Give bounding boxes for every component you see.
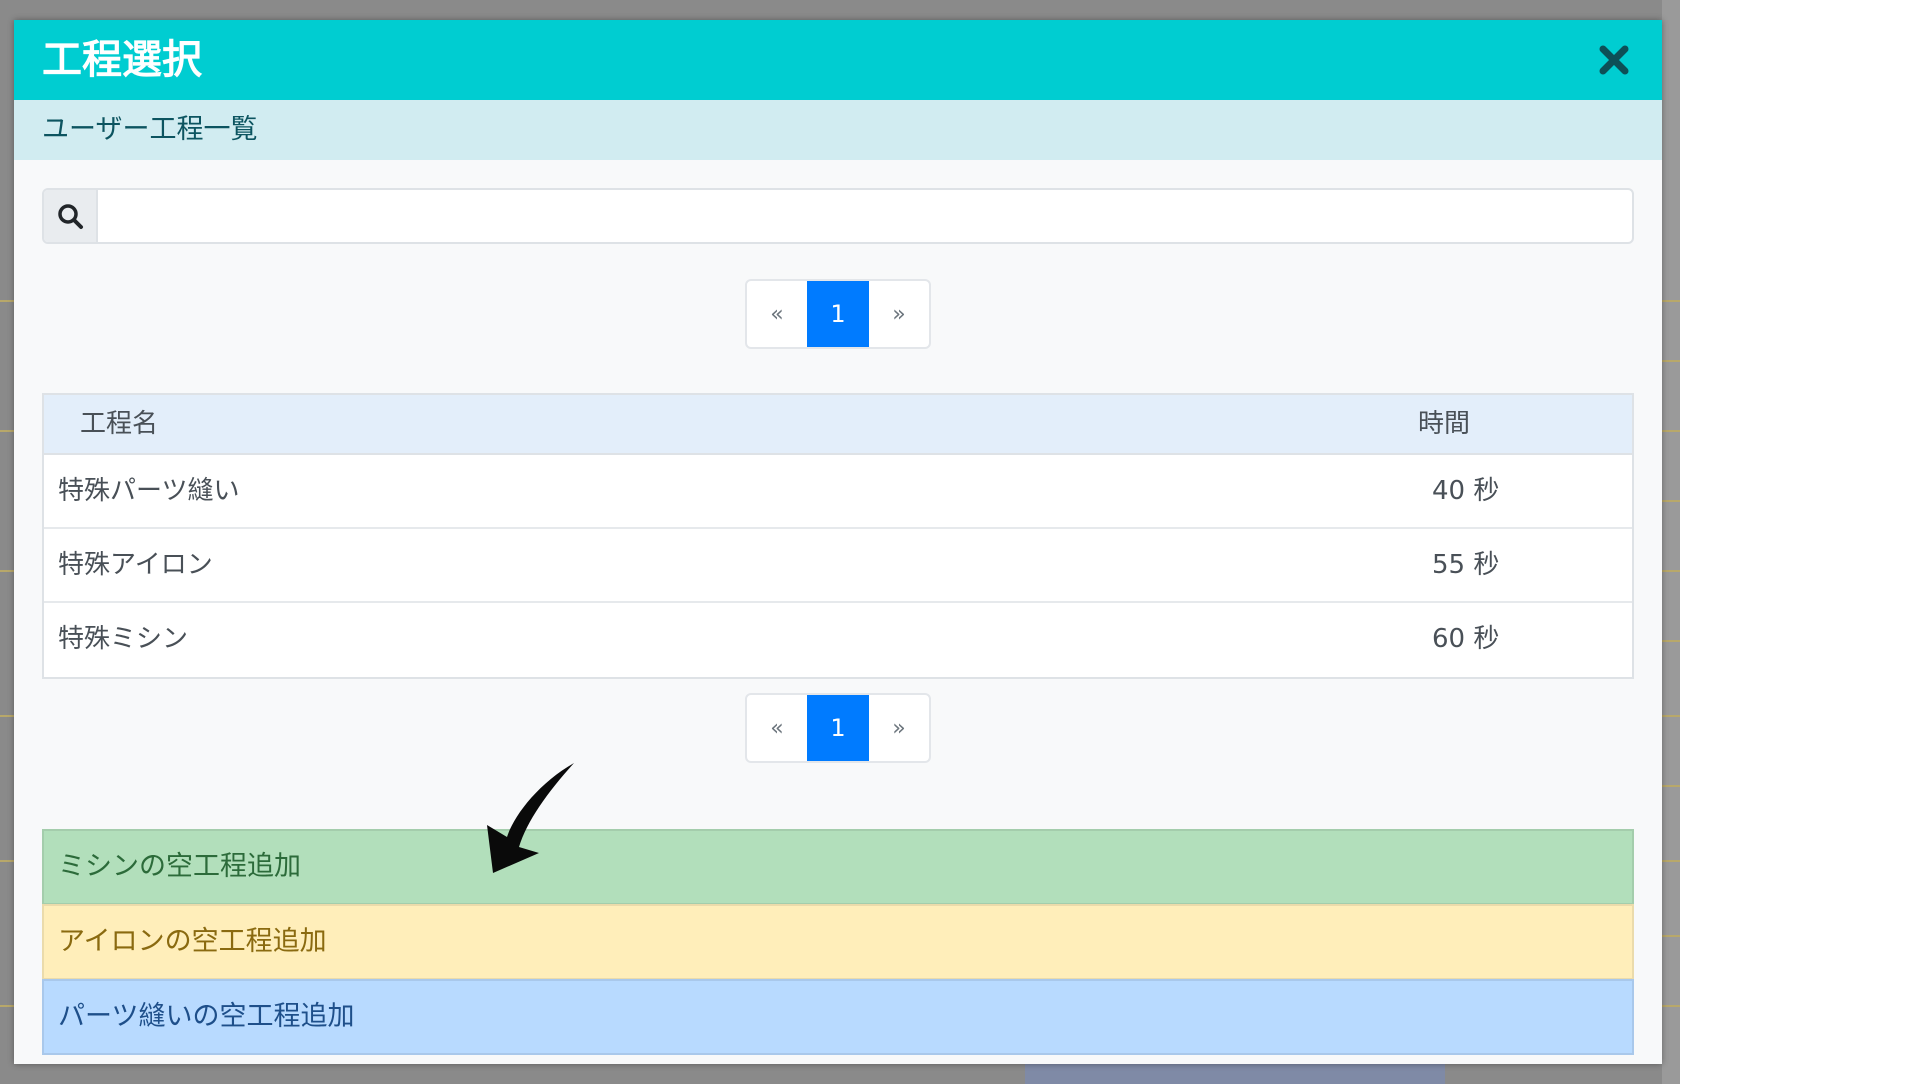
background-stripe xyxy=(1662,640,1680,642)
background-stripe xyxy=(0,300,14,302)
background-stripe xyxy=(1662,860,1680,862)
page-1-button[interactable]: 1 xyxy=(807,281,869,347)
process-name: 特殊ミシン xyxy=(58,624,189,654)
process-time: 55 秒 xyxy=(1432,550,1500,580)
process-list-subheader: ユーザー工程一覧 xyxy=(14,100,1662,160)
background-stripe xyxy=(0,1005,14,1007)
pagination-bottom: « 1 » xyxy=(745,693,931,763)
column-header-time: 時間 xyxy=(1418,409,1471,439)
process-name: 特殊パーツ縫い xyxy=(58,476,240,506)
background-stripe xyxy=(1662,1005,1680,1007)
curved-arrow-icon xyxy=(487,763,574,873)
background-stripe xyxy=(1662,570,1680,572)
process-name: 特殊アイロン xyxy=(58,550,213,580)
add-empty-sewing-process-button[interactable]: ミシンの空工程追加 xyxy=(42,829,1634,905)
background-stripe xyxy=(1662,785,1680,787)
process-select-modal: 工程選択 ユーザー工程一覧 « 1 » 工程名 時間 特殊パーツ縫い 40 秒 … xyxy=(14,20,1662,1064)
search-input[interactable] xyxy=(98,190,1632,242)
search-group xyxy=(42,188,1634,244)
table-row[interactable]: 特殊パーツ縫い 40 秒 xyxy=(44,455,1632,529)
modal-header: 工程選択 xyxy=(14,20,1662,100)
close-icon xyxy=(1599,45,1629,75)
background-stripe xyxy=(1662,430,1680,432)
add-empty-parts-sewing-process-button[interactable]: パーツ縫いの空工程追加 xyxy=(42,979,1634,1055)
background-stripe xyxy=(0,715,14,717)
page-next-button[interactable]: » xyxy=(869,281,929,347)
pagination-top: « 1 » xyxy=(745,279,931,349)
close-button[interactable] xyxy=(1594,40,1634,80)
background-column xyxy=(1662,0,1680,1084)
page-next-button[interactable]: » xyxy=(869,695,929,761)
background-stripe xyxy=(0,570,14,572)
search-icon xyxy=(58,204,83,229)
modal-title: 工程選択 xyxy=(42,37,202,83)
table-header: 工程名 時間 xyxy=(44,395,1632,455)
page-prev-button[interactable]: « xyxy=(747,281,807,347)
subheader-title: ユーザー工程一覧 xyxy=(42,114,258,145)
process-table: 工程名 時間 特殊パーツ縫い 40 秒 特殊アイロン 55 秒 特殊ミシン 60… xyxy=(42,393,1634,679)
background-stripe xyxy=(0,860,14,862)
background-bar xyxy=(1025,1064,1445,1084)
background-stripe xyxy=(1662,715,1680,717)
column-header-name: 工程名 xyxy=(80,409,159,439)
table-row[interactable]: 特殊アイロン 55 秒 xyxy=(44,529,1632,603)
background-stripe xyxy=(1662,500,1680,502)
search-addon xyxy=(44,190,98,242)
page-1-button[interactable]: 1 xyxy=(807,695,869,761)
background-stripe xyxy=(1662,935,1680,937)
table-row[interactable]: 特殊ミシン 60 秒 xyxy=(44,603,1632,675)
background-stripe xyxy=(1662,360,1680,362)
background-stripe xyxy=(1662,300,1680,302)
process-time: 60 秒 xyxy=(1432,624,1500,654)
background-stripe xyxy=(0,430,14,432)
page-prev-button[interactable]: « xyxy=(747,695,807,761)
process-time: 40 秒 xyxy=(1432,476,1500,506)
add-empty-iron-process-button[interactable]: アイロンの空工程追加 xyxy=(42,904,1634,980)
